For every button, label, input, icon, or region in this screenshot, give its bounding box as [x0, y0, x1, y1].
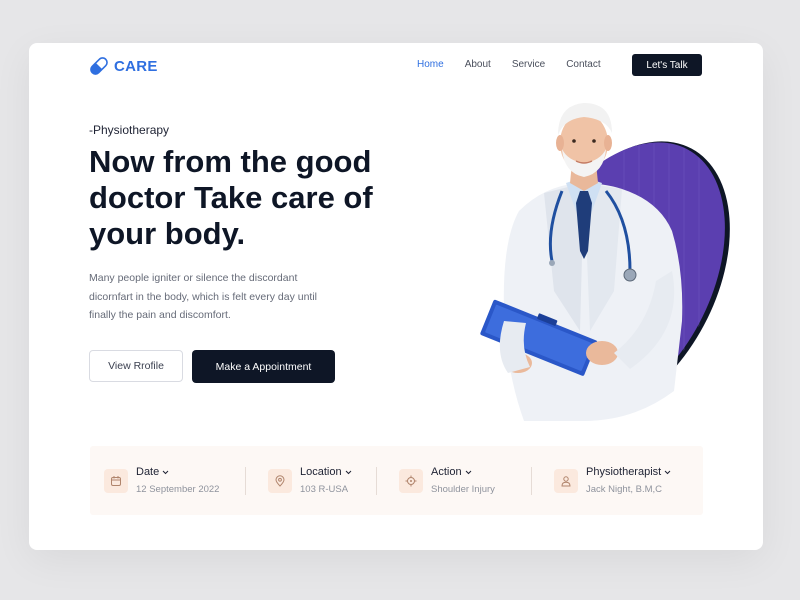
- appointment-info-bar: Date 12 September 2022 Location 103 R-US…: [90, 446, 703, 515]
- chevron-down-icon: [664, 470, 671, 474]
- chevron-down-icon: [465, 470, 471, 474]
- nav-contact[interactable]: Contact: [566, 59, 600, 70]
- brand-logo[interactable]: CARE: [90, 56, 158, 76]
- lets-talk-button[interactable]: Let's Talk: [632, 54, 702, 76]
- main-nav: Home About Service Contact: [417, 59, 622, 70]
- location-pin-icon: [268, 468, 292, 493]
- calendar-icon: [104, 468, 128, 493]
- divider: [245, 467, 246, 495]
- divider: [531, 467, 532, 495]
- info-date[interactable]: Date 12 September 2022: [104, 466, 219, 495]
- info-action-title: Action: [431, 466, 462, 478]
- info-action-value: Shoulder Injury: [431, 484, 495, 495]
- info-location[interactable]: Location 103 R-USA: [268, 466, 352, 495]
- info-physiotherapist[interactable]: Physiotherapist Jack Night, B.M,C: [554, 466, 671, 495]
- hero-headline: Now from the good doctor Take care of yo…: [89, 144, 373, 251]
- hero-description: Many people igniter or silence the disco…: [89, 272, 318, 321]
- view-profile-button[interactable]: View Rrofile: [89, 350, 183, 382]
- make-appointment-button[interactable]: Make a Appointment: [192, 350, 335, 383]
- hero-eyebrow: -Physiotherapy: [89, 123, 170, 137]
- info-physiotherapist-value: Jack Night, B.M,C: [586, 484, 663, 495]
- chevron-down-icon: [345, 470, 351, 474]
- info-date-value: 12 September 2022: [136, 484, 220, 495]
- info-physiotherapist-title: Physiotherapist: [586, 466, 662, 478]
- nav-service[interactable]: Service: [512, 59, 545, 70]
- nav-about[interactable]: About: [465, 59, 491, 70]
- crosshair-icon: [399, 468, 423, 493]
- info-location-title: Location: [300, 466, 342, 478]
- chevron-down-icon: [162, 470, 169, 474]
- user-icon: [554, 468, 578, 493]
- info-date-title: Date: [136, 466, 160, 478]
- info-location-value: 103 R-USA: [300, 484, 349, 495]
- pill-icon: [90, 57, 108, 75]
- nav-home[interactable]: Home: [417, 59, 444, 70]
- doctor-hero-image: [480, 103, 730, 421]
- info-action[interactable]: Action Shoulder Injury: [399, 466, 495, 495]
- divider: [376, 467, 377, 495]
- brand-name: CARE: [114, 57, 158, 75]
- main-card: CARE Home About Service Contact Let's Ta…: [29, 43, 763, 550]
